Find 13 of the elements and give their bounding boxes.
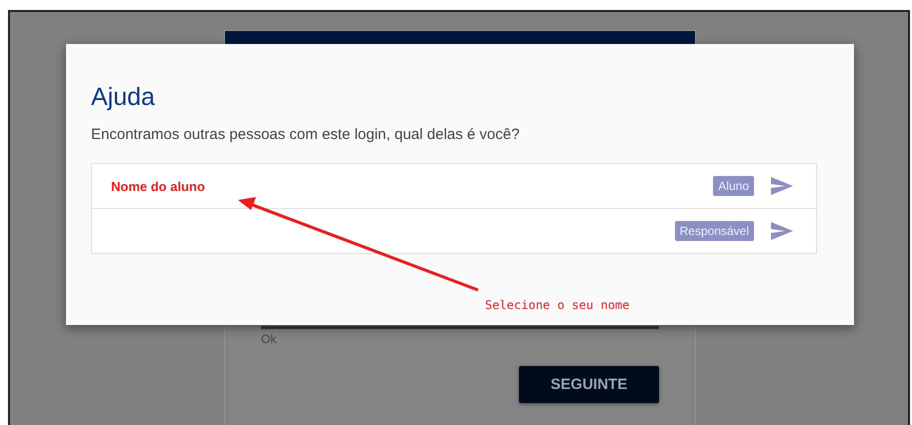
annotation-text: Selecione o seu nome bbox=[485, 298, 630, 312]
next-button[interactable]: SEGUINTE bbox=[519, 366, 659, 403]
helper-text: Ok bbox=[261, 332, 278, 346]
dialog-message: Encontramos outras pessoas com este login, qual delas é você? bbox=[91, 126, 521, 143]
role-badge: Aluno bbox=[713, 176, 754, 196]
option-row[interactable]: Nome do aluno Aluno bbox=[92, 164, 816, 208]
option-row[interactable]: Responsável bbox=[92, 208, 816, 253]
send-icon[interactable] bbox=[770, 176, 794, 196]
input-field[interactable] bbox=[261, 326, 659, 329]
role-badge: Responsável bbox=[674, 221, 754, 241]
send-icon[interactable] bbox=[770, 221, 794, 241]
dialog-title: Ajuda bbox=[91, 82, 156, 112]
student-name: Nome do aluno bbox=[111, 178, 206, 194]
